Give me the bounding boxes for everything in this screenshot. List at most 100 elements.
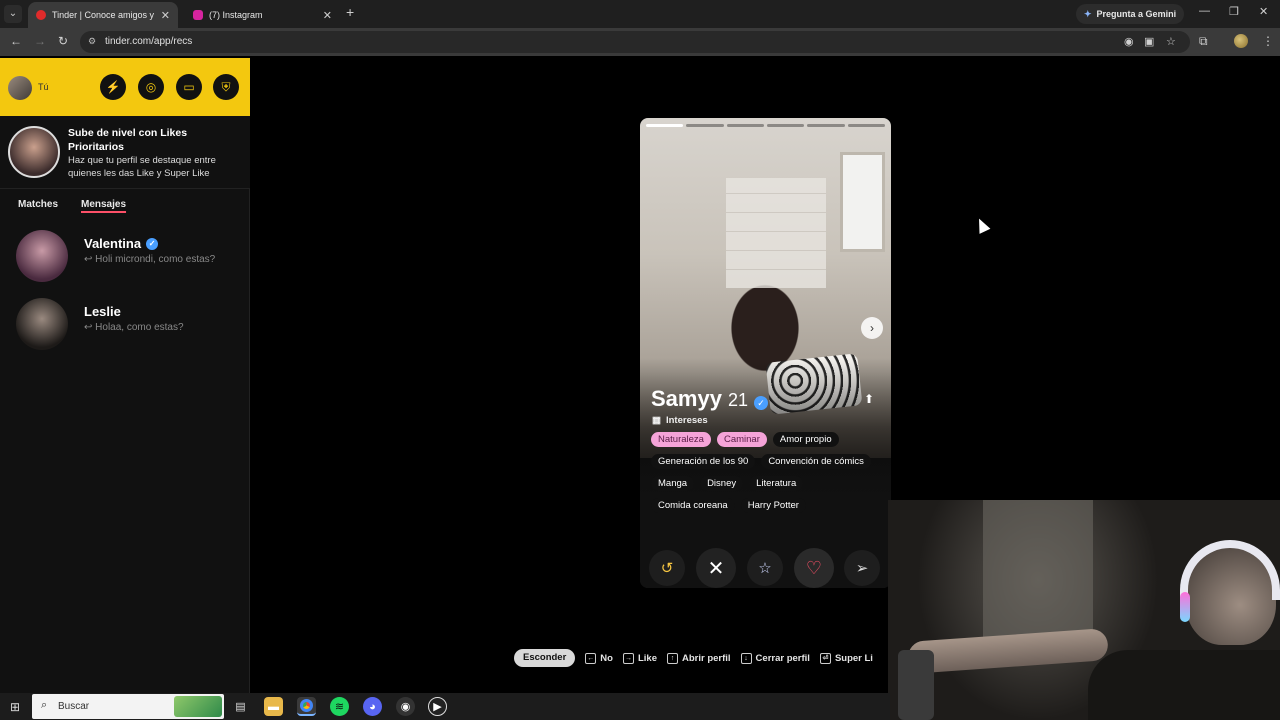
interest-chip: Disney bbox=[700, 476, 744, 491]
promo-banner[interactable]: Sube de nivel con Likes Prioritarios Haz… bbox=[0, 116, 250, 188]
profile-name: Samyy bbox=[651, 386, 722, 411]
windows-start-icon[interactable]: ⊞ bbox=[10, 700, 20, 714]
reload-button[interactable]: ↻ bbox=[58, 34, 68, 48]
explore-compass-icon[interactable]: ◎ bbox=[138, 74, 164, 100]
boost-icon[interactable]: ⚡ bbox=[100, 74, 126, 100]
list-item[interactable]: Valentina ✓ ↩ Holi microndi, como estas? bbox=[0, 226, 250, 286]
tab-instagram[interactable]: (7) Instagram ✕ bbox=[185, 2, 340, 28]
location-icon[interactable]: ◉ bbox=[1124, 35, 1134, 48]
left-arrow-key-icon: ← bbox=[585, 652, 597, 664]
minimize-button[interactable]: — bbox=[1199, 5, 1210, 17]
interest-chip: Manga bbox=[651, 476, 695, 491]
grid-icon: ▦ bbox=[652, 415, 661, 426]
conversation-name: Leslie bbox=[84, 304, 121, 319]
interest-chip: Literatura bbox=[749, 476, 804, 491]
spotify-icon[interactable]: ≋ bbox=[330, 697, 349, 716]
interest-chip: Naturaleza bbox=[651, 432, 711, 447]
avatar[interactable] bbox=[8, 76, 32, 100]
extensions-icon[interactable]: ⧉ bbox=[1199, 34, 1208, 49]
browser-profile-avatar[interactable] bbox=[1234, 34, 1248, 48]
boost-send-button[interactable]: ➢ bbox=[844, 550, 880, 586]
forward-button[interactable]: → bbox=[34, 34, 46, 48]
shortcut-hint: → Like bbox=[622, 652, 657, 664]
verified-badge-icon: ✓ bbox=[146, 237, 159, 250]
sidebar-header: Tú ⚡ ◎ ▭ ⛨ bbox=[0, 58, 250, 116]
interest-chip: Harry Potter bbox=[740, 498, 806, 513]
close-tab-icon[interactable]: ✕ bbox=[161, 9, 170, 22]
shortcut-hint: ↑ Abrir perfil bbox=[666, 652, 731, 664]
search-highlight-image bbox=[174, 696, 222, 717]
tab-matches[interactable]: Matches bbox=[18, 199, 58, 210]
chrome-icon[interactable] bbox=[297, 697, 316, 716]
omnibox[interactable]: ⚙ tinder.com/app/recs ◉ ▣ ☆ bbox=[80, 31, 1190, 53]
profile-card[interactable]: › ⬆ Samyy 21 ✓ ▦ Intereses Naturaleza Ca… bbox=[640, 118, 891, 588]
conversation-preview: ↩ Holi microndi, como estas? bbox=[84, 254, 216, 265]
shield-icon[interactable]: ⛨ bbox=[213, 74, 239, 100]
media-player-icon[interactable]: ▶ bbox=[428, 697, 447, 716]
super-like-button[interactable]: ☆ bbox=[747, 550, 783, 586]
avatar bbox=[16, 298, 68, 350]
promo-title: Sube de nivel con Likes Prioritarios bbox=[68, 127, 188, 153]
tab-tinder[interactable]: Tinder | Conoce amigos y gente ✕ bbox=[28, 2, 178, 28]
list-item[interactable]: Leslie ↩ Holaa, como estas? bbox=[0, 294, 250, 354]
taskbar-search[interactable]: ⌕ Buscar bbox=[32, 694, 224, 719]
interest-chip: Amor propio bbox=[772, 432, 839, 447]
shortcut-hints: Esconder ← No → Like ↑ Abrir perfil ↓ Cerrar… bbox=[514, 649, 873, 667]
profile-name-row: Samyy 21 ✓ bbox=[651, 386, 768, 412]
shortcut-hint: ← No bbox=[585, 652, 613, 664]
address-bar-row: ← → ↻ ⚙ tinder.com/app/recs ◉ ▣ ☆ ⧉ bbox=[0, 28, 1280, 56]
bookmark-star-icon[interactable]: ☆ bbox=[1166, 35, 1176, 48]
next-photo-chevron-icon[interactable]: › bbox=[861, 317, 883, 339]
interest-chip: Convención de cómics bbox=[761, 454, 871, 469]
close-window-button[interactable]: ✕ bbox=[1259, 5, 1268, 18]
gemini-sparkle-icon: ✦ bbox=[1084, 8, 1092, 19]
interests-list: Naturaleza Caminar Amor propio Generació… bbox=[651, 432, 885, 513]
photo-progress-indicator bbox=[646, 124, 885, 127]
enter-key-icon: ⏎ bbox=[819, 652, 831, 664]
nope-button[interactable]: ✕ bbox=[696, 548, 736, 588]
task-view-icon[interactable]: ▤ bbox=[231, 697, 250, 716]
promo-description: Haz que tu perfil se destaque entre quie… bbox=[68, 155, 216, 179]
translate-icon[interactable]: ▣ bbox=[1144, 35, 1154, 48]
search-icon: ⌕ bbox=[41, 699, 48, 711]
close-tab-icon[interactable]: ✕ bbox=[323, 9, 332, 22]
back-button[interactable]: ← bbox=[10, 34, 22, 48]
tab-mensajes[interactable]: Mensajes bbox=[81, 199, 126, 210]
site-info-icon[interactable]: ⚙ bbox=[88, 36, 96, 47]
rewind-button[interactable]: ↺ bbox=[649, 550, 685, 586]
open-profile-arrow-icon[interactable]: ⬆ bbox=[864, 392, 874, 406]
tab-search-button[interactable]: ⌄ bbox=[4, 5, 22, 23]
webcam-overlay bbox=[888, 500, 1280, 720]
right-arrow-key-icon: → bbox=[622, 652, 634, 664]
gemini-button[interactable]: ✦ Pregunta a Gemini bbox=[1076, 4, 1185, 24]
discord-icon[interactable]: ◕ bbox=[363, 697, 382, 716]
browser-menu-icon[interactable]: ⋮ bbox=[1262, 34, 1274, 48]
restore-button[interactable]: ❐ bbox=[1229, 5, 1239, 18]
up-arrow-key-icon: ↑ bbox=[666, 652, 678, 664]
briefcase-icon[interactable]: ▭ bbox=[176, 74, 202, 100]
promo-avatar bbox=[8, 126, 60, 178]
shortcut-hint: ↓ Cerrar perfil bbox=[740, 652, 810, 664]
verified-badge-icon: ✓ bbox=[753, 396, 768, 410]
down-arrow-key-icon: ↓ bbox=[740, 652, 752, 664]
like-button[interactable]: ♡ bbox=[794, 548, 834, 588]
interest-chip: Generación de los 90 bbox=[651, 454, 756, 469]
avatar bbox=[16, 230, 68, 282]
interest-chip: Caminar bbox=[716, 432, 767, 447]
headset-icon bbox=[1180, 540, 1280, 600]
browser-tab-bar: ⌄ Tinder | Conoce amigos y gente ✕ (7) I… bbox=[0, 0, 1280, 28]
hide-shortcuts-button[interactable]: Esconder bbox=[514, 649, 576, 667]
file-explorer-icon[interactable]: ▬ bbox=[264, 697, 283, 716]
interest-chip: Comida coreana bbox=[651, 498, 735, 513]
taskbar: ⊞ ⌕ Buscar ▤ ▬ ≋ ◕ ◉ ▶ bbox=[0, 693, 890, 720]
interests-heading: ▦ Intereses bbox=[652, 415, 708, 426]
mouse-cursor-icon bbox=[973, 216, 991, 234]
new-tab-button[interactable]: + bbox=[346, 4, 354, 20]
conversation-name: Valentina ✓ bbox=[84, 236, 159, 251]
shortcut-hint: ⏎ Super Li bbox=[819, 652, 873, 664]
conversation-preview: ↩ Holaa, como estas? bbox=[84, 322, 184, 333]
sidebar: Tú ⚡ ◎ ▭ ⛨ Sube de nivel con Likes Prior… bbox=[0, 58, 250, 693]
obs-icon[interactable]: ◉ bbox=[396, 697, 415, 716]
swipe-actions: ↺ ✕ ☆ ♡ ➢ bbox=[640, 548, 891, 588]
my-profile-label[interactable]: Tú bbox=[38, 82, 49, 92]
